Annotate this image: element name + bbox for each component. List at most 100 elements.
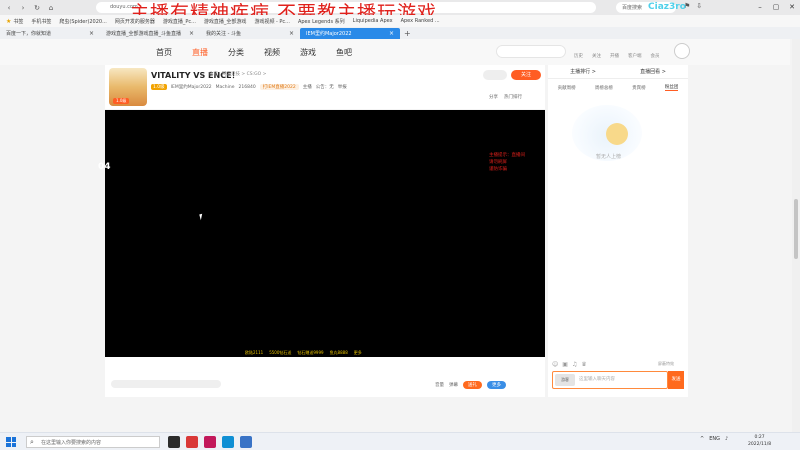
site-link-broadcast[interactable]: 开播 — [610, 53, 619, 59]
close-window-icon[interactable]: ✕ — [784, 0, 800, 15]
share-button[interactable]: 分享 — [489, 94, 498, 100]
fans-count: 216840 — [238, 84, 256, 90]
replay-link[interactable]: 直播回看 > — [640, 68, 666, 75]
bookmark-item[interactable]: Apex Legends 系列 — [298, 18, 345, 25]
app-browser-icon[interactable] — [186, 436, 198, 448]
windows-start-icon[interactable] — [6, 437, 16, 447]
site-nav-items: 首页 直播 分类 视频 游戏 鱼吧 — [156, 47, 352, 58]
chat-avatar: 游客 — [555, 374, 575, 386]
room-header: 1.0级 VITALITY VS ENCE！ 体育 网游竞技 > CS:GO >… — [105, 65, 545, 109]
app-a-icon[interactable] — [204, 436, 216, 448]
player-controls-right: 音量 弹幕 送礼 更多 — [435, 381, 506, 389]
site-link-history[interactable]: 历史 — [574, 53, 583, 59]
lang-indicator[interactable]: ENG — [709, 436, 720, 442]
tab-weekly-contribution[interactable]: 贡献周榜 — [558, 85, 576, 91]
site-link-follow[interactable]: 关注 — [592, 53, 601, 59]
image-icon[interactable]: ▣ — [562, 361, 568, 368]
site-link-client[interactable]: 客户端 — [628, 53, 642, 59]
volume-icon[interactable]: ♪ — [725, 436, 728, 442]
room-actions: 分享 热门排行 — [489, 94, 522, 100]
minimize-icon[interactable]: – — [752, 0, 768, 15]
bookmark-item[interactable]: 网页开发的服务器 — [115, 18, 155, 25]
download-icon[interactable]: ⇩ — [696, 2, 702, 10]
close-tab-icon[interactable]: × — [289, 30, 294, 37]
page-tabs: 百度一下，你就知道 × 游戏直播_全部游戏直播_斗鱼直播 × 我的关注 - 斗鱼 × … — [0, 27, 800, 39]
nav-video[interactable]: 视频 — [264, 47, 280, 58]
tray-up-icon[interactable]: ^ — [700, 436, 704, 442]
page-scrollbar[interactable] — [792, 39, 800, 432]
bookmark-item[interactable]: Liquipedia Apex — [353, 18, 393, 24]
close-tab-icon[interactable]: × — [389, 30, 394, 37]
more-button[interactable]: 更多 — [487, 381, 506, 389]
taskbar-search[interactable]: ⌕ 在这里输入你要搜索的内容 — [26, 436, 160, 448]
browser-toolbar-icons: ⚑ ⇩ — [684, 2, 702, 10]
bookmarks-bar: ★ 书签 手机书签 爬虫(Spider)2020... 网页开发的服务器 游戏直播… — [0, 15, 800, 27]
emoji-icon[interactable]: ☺ — [552, 361, 558, 368]
bookmark-item[interactable]: 游戏直播_全部游戏 — [204, 18, 247, 25]
page-tab[interactable]: 百度一下，你就知道 × — [0, 28, 100, 39]
block-effects-toggle[interactable]: 屏蔽特效 — [658, 361, 674, 367]
danmaku-input[interactable] — [111, 380, 221, 388]
bookmark-item[interactable]: Apex Ranked ... — [401, 18, 440, 24]
close-tab-icon[interactable]: × — [189, 30, 194, 37]
tab-fan-club[interactable]: 粉丝团 — [664, 84, 679, 91]
room-sub-info: 1.0级 IEM里约Major2022 Machine 216840 打IEM直… — [151, 84, 347, 90]
nav-live[interactable]: 直播 — [192, 47, 208, 58]
follow-toggle[interactable] — [483, 70, 507, 80]
clock[interactable]: 0:27 2022/11/8 — [748, 434, 771, 448]
site-search-input[interactable] — [496, 45, 566, 58]
event-pill[interactable]: 打IEM直播2022 — [259, 84, 299, 90]
volume-button[interactable]: 音量 — [435, 382, 444, 388]
bookmark-item[interactable]: 手机书签 — [31, 18, 51, 25]
stat-streamer: 主播 — [302, 85, 312, 90]
nav-yuba[interactable]: 鱼吧 — [336, 47, 352, 58]
new-tab-icon[interactable]: + — [400, 29, 415, 38]
danmaku-toggle[interactable]: 弹幕 — [449, 382, 458, 388]
nav-game[interactable]: 游戏 — [300, 47, 316, 58]
report-link[interactable]: 举报 — [338, 84, 347, 90]
right-panel: 主播排行 > 直播回看 > 贡献周榜 周榜总榜 贵宾榜 粉丝团 暂无人上榜 ☺ … — [548, 65, 688, 397]
forward-icon[interactable]: › — [18, 3, 28, 13]
app-steam-icon[interactable] — [240, 436, 252, 448]
app-obs-icon[interactable] — [168, 436, 180, 448]
bell-icon[interactable]: ♫ — [572, 361, 577, 368]
browser-search-label: 百度搜索 — [622, 5, 643, 11]
home-icon[interactable]: ⌂ — [46, 3, 56, 13]
follow-button[interactable]: 关注 — [511, 70, 541, 80]
page-tab[interactable]: 我的关注 - 斗鱼 × — [200, 28, 300, 39]
gift-button[interactable]: 送礼 — [463, 381, 482, 389]
hot-ranking-button[interactable]: 热门排行 — [504, 94, 522, 100]
video-player[interactable]: 主播提示：直播间 请勿刷屏 谨防诈骗 欧陆2111 5500钻石送 钻石赠送99… — [105, 110, 545, 357]
live-badge: 1.0级 — [113, 98, 130, 104]
close-tab-icon[interactable]: × — [89, 30, 94, 37]
tab-vip[interactable]: 贵宾榜 — [632, 85, 646, 91]
site-nav: 首页 直播 分类 视频 游戏 鱼吧 历史 关注 开播 客户端 会员 — [0, 39, 790, 65]
send-button[interactable]: 发送 — [668, 371, 684, 389]
app-edge-icon[interactable] — [222, 436, 234, 448]
site-link-vip[interactable]: 会员 — [651, 53, 660, 59]
scroll-thumb[interactable] — [794, 199, 798, 259]
bookmark-item[interactable]: 游戏直播_Pc... — [163, 18, 196, 25]
streamer-name[interactable]: IEM里约Major2022 — [171, 84, 212, 90]
tab-weekly-total[interactable]: 周榜总榜 — [595, 85, 613, 91]
nav-category[interactable]: 分类 — [228, 47, 244, 58]
refresh-icon[interactable]: ↻ — [32, 3, 42, 13]
nav-home[interactable]: 首页 — [156, 47, 172, 58]
bookmark-item[interactable]: ★ 书签 — [6, 18, 23, 25]
maximize-icon[interactable]: ▢ — [768, 0, 784, 15]
chat-input[interactable]: 游客 这里输入聊天内容 — [552, 371, 668, 389]
mouse-cursor-icon — [199, 213, 204, 221]
user-avatar[interactable] — [674, 43, 690, 59]
rank-tabs: 贡献周榜 周榜总榜 贵宾榜 粉丝团 — [548, 82, 688, 93]
page-tab[interactable]: 游戏直播_全部游戏直播_斗鱼直播 × — [100, 28, 200, 39]
player-warning-note: 主播提示：直播间 请勿刷屏 谨防诈骗 — [489, 153, 525, 172]
back-icon[interactable]: ‹ — [4, 3, 14, 13]
empty-text: 暂无人上榜 — [596, 154, 622, 160]
mascot-icon — [606, 123, 628, 145]
page-tab-active[interactable]: IEM里约Major2022 × — [300, 27, 400, 39]
badge-icon[interactable]: ♛ — [581, 361, 586, 368]
bookmark-item[interactable]: 爬虫(Spider)2020... — [59, 18, 106, 25]
streamer-rank-link[interactable]: 主播排行 > — [570, 68, 596, 75]
system-tray: ^ ENG ♪ — [700, 436, 728, 442]
bookmark-item[interactable]: 游戏视频 - Pc... — [254, 18, 290, 25]
